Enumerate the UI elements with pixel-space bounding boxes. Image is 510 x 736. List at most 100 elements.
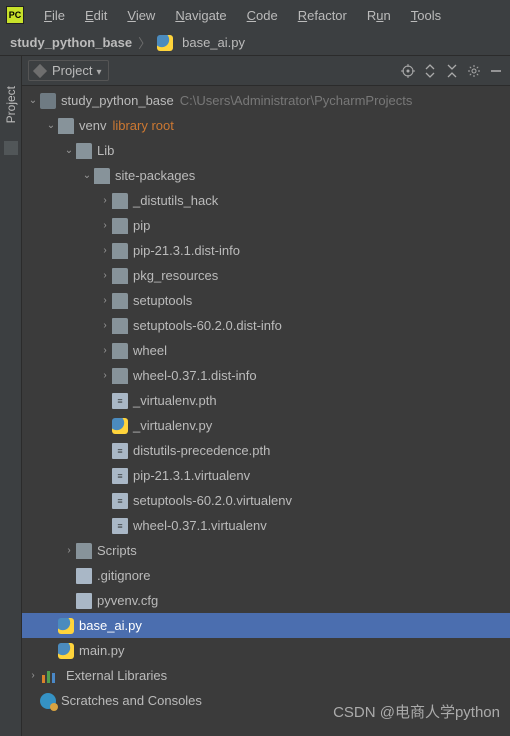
tree-label: pip-21.3.1.dist-info [133,243,240,258]
tree-node-lib[interactable]: ⌄ Lib [22,138,510,163]
project-view-icon [33,63,47,77]
tree-node-folder[interactable]: ›setuptools-60.2.0.dist-info [22,313,510,338]
folder-icon [112,368,128,384]
menu-view[interactable]: View [121,6,161,25]
menu-refactor[interactable]: Refactor [292,6,353,25]
arrow-collapsed-icon[interactable]: › [98,270,112,281]
arrow-collapsed-icon[interactable]: › [62,545,76,556]
library-root-hint: library root [112,118,173,133]
tree-node-folder[interactable]: › pkg_resources [22,263,510,288]
tree-node-main-py[interactable]: · main.py [22,638,510,663]
tree-label: _virtualenv.pth [133,393,217,408]
arrow-expanded-icon[interactable]: ⌄ [26,95,40,106]
project-tree[interactable]: ⌄ study_python_base C:\Users\Administrat… [22,86,510,736]
folder-icon [112,268,128,284]
tree-node-folder[interactable]: › wheel-0.37.1.dist-info [22,363,510,388]
tree-label: wheel-0.37.1.virtualenv [133,518,267,533]
tree-node-scripts[interactable]: › Scripts [22,538,510,563]
tree-node-file[interactable]: ·pip-21.3.1.virtualenv [22,463,510,488]
tree-node-pyvenv-cfg[interactable]: · pyvenv.cfg [22,588,510,613]
tree-label: _virtualenv.py [133,418,212,433]
tree-node-file[interactable]: ·wheel-0.37.1.virtualenv [22,513,510,538]
tree-node-external-libraries[interactable]: › External Libraries [22,663,510,688]
tree-label: setuptools-60.2.0.virtualenv [133,493,292,508]
tree-label: pyvenv.cfg [97,593,158,608]
tree-label: main.py [79,643,125,658]
text-file-icon [112,443,128,459]
folder-icon [112,243,128,259]
sidebar-tab-structure-icon[interactable] [4,141,18,155]
arrow-collapsed-icon[interactable]: › [98,195,112,206]
tree-node-file[interactable]: ·distutils-precedence.pth [22,438,510,463]
tree-label: wheel-0.37.1.dist-info [133,368,257,383]
watermark-text: CSDN @电商人学python [333,701,500,722]
breadcrumb-bar: study_python_base 〉 base_ai.py [0,30,510,56]
tree-node-file[interactable]: ·_virtualenv.pth [22,388,510,413]
text-file-icon [112,518,128,534]
tree-label: .gitignore [97,568,150,583]
arrow-expanded-icon[interactable]: ⌄ [62,145,76,156]
menu-run[interactable]: Run [361,6,397,25]
locate-icon[interactable] [400,63,416,79]
tree-node-gitignore[interactable]: · .gitignore [22,563,510,588]
arrow-expanded-icon[interactable]: ⌄ [44,120,58,131]
menu-tools[interactable]: Tools [405,6,447,25]
python-file-icon [58,643,74,659]
arrow-collapsed-icon[interactable]: › [98,345,112,356]
project-folder-icon [40,93,56,109]
arrow-collapsed-icon[interactable]: › [98,220,112,231]
tree-node-venv[interactable]: ⌄ venv library root [22,113,510,138]
menu-file[interactable]: File [38,6,71,25]
libraries-icon [40,669,56,683]
menu-edit[interactable]: Edit [79,6,113,25]
breadcrumb-file[interactable]: base_ai.py [157,35,245,51]
arrow-expanded-icon[interactable]: ⌄ [80,170,94,181]
folder-icon [112,343,128,359]
arrow-collapsed-icon[interactable]: › [98,295,112,306]
tree-node-folder[interactable]: › pip-21.3.1.dist-info [22,238,510,263]
arrow-collapsed-icon[interactable]: › [98,245,112,256]
tree-node-site-packages[interactable]: ⌄ site-packages [22,163,510,188]
folder-icon [112,218,128,234]
folder-icon [94,168,110,184]
tree-root-path: C:\Users\Administrator\PycharmProjects [180,93,413,108]
python-file-icon [157,35,173,51]
arrow-collapsed-icon[interactable]: › [98,370,112,381]
tree-label: base_ai.py [79,618,142,633]
collapse-all-icon[interactable] [444,63,460,79]
breadcrumb-separator: 〉 [138,33,151,52]
sidebar-tab-project[interactable]: Project [4,86,18,123]
folder-icon [76,543,92,559]
breadcrumb-project[interactable]: study_python_base [10,35,132,50]
hide-icon[interactable] [488,63,504,79]
gitignore-file-icon [76,568,92,584]
folder-icon [112,193,128,209]
tree-root-label: study_python_base [61,93,174,108]
settings-icon[interactable] [466,63,482,79]
tree-node-folder[interactable]: ›_distutils_hack [22,188,510,213]
project-view-selector[interactable]: Project [28,60,109,81]
tree-label: venv [79,118,106,133]
tree-node-file[interactable]: ·setuptools-60.2.0.virtualenv [22,488,510,513]
folder-icon [112,293,128,309]
menu-code[interactable]: Code [241,6,284,25]
app-icon: PC [6,6,24,24]
tree-node-folder[interactable]: ›setuptools [22,288,510,313]
tree-label: pkg_resources [133,268,218,283]
arrow-collapsed-icon[interactable]: › [26,670,40,681]
tree-root[interactable]: ⌄ study_python_base C:\Users\Administrat… [22,88,510,113]
tree-label: Scripts [97,543,137,558]
expand-all-icon[interactable] [422,63,438,79]
project-view-label: Project [52,63,92,78]
tree-label: site-packages [115,168,195,183]
tree-node-folder[interactable]: ›pip [22,213,510,238]
tree-node-folder[interactable]: ›wheel [22,338,510,363]
menu-navigate[interactable]: Navigate [169,6,232,25]
arrow-collapsed-icon[interactable]: › [98,320,112,331]
tree-node-base-ai-py[interactable]: · base_ai.py [22,613,510,638]
chevron-down-icon [96,63,101,78]
tree-node-file[interactable]: ·_virtualenv.py [22,413,510,438]
text-file-icon [112,468,128,484]
cfg-file-icon [76,593,92,609]
project-panel: Project ⌄ [22,56,510,736]
